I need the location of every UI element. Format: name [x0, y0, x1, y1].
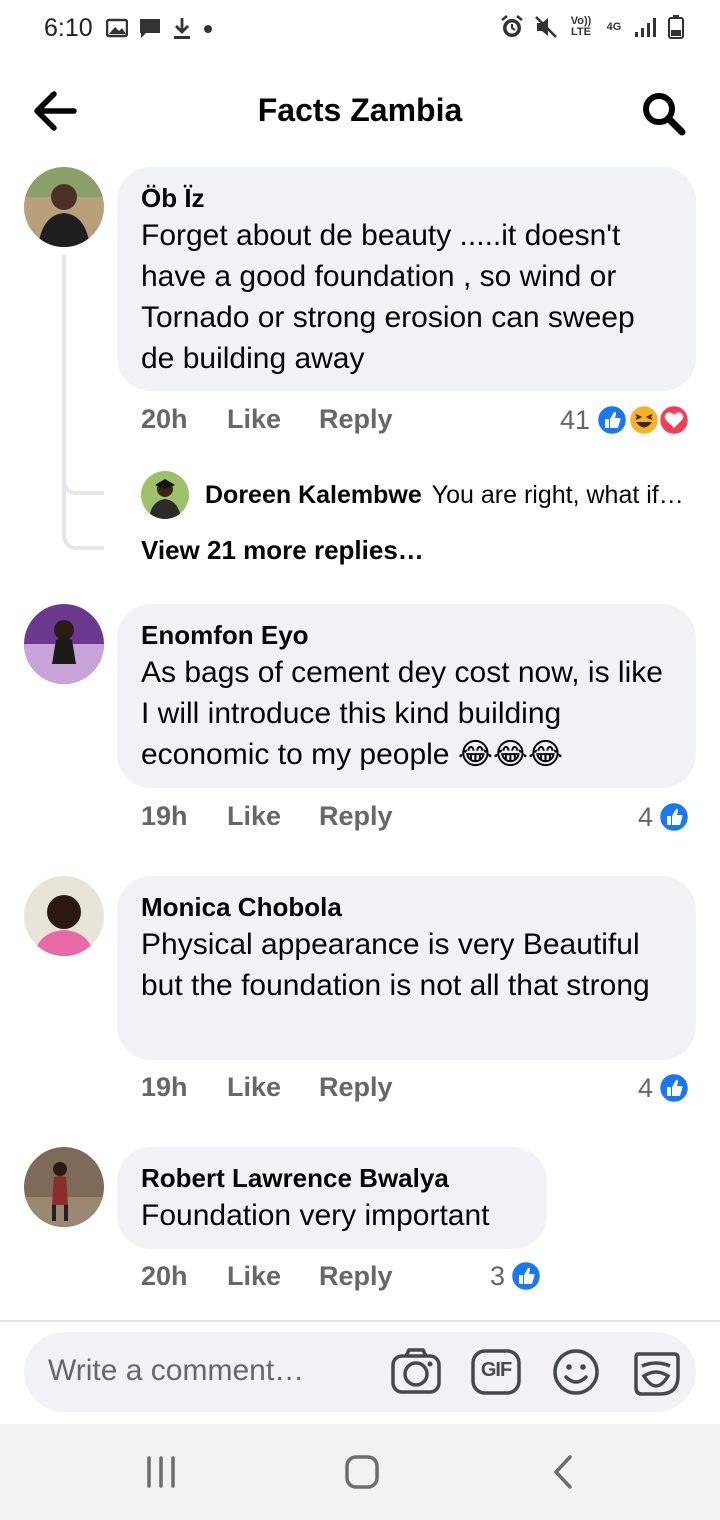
dot-icon [204, 25, 212, 33]
status-time: 6:10 [44, 14, 93, 42]
comment-text: Forget about de beauty .....it doesn't h… [141, 219, 635, 375]
comment-text-body: As bags of cement dey cost now, is like … [141, 656, 663, 771]
comment-author[interactable]: Enomfon Eyo [141, 618, 672, 652]
camera-icon[interactable] [390, 1346, 442, 1398]
reply-author[interactable]: Doreen Kalembwe [205, 481, 422, 510]
reaction-icons [595, 403, 691, 437]
comment-actions: 19h Like Reply [141, 801, 393, 832]
composer-divider [0, 1320, 720, 1322]
reply-preview[interactable]: Doreen Kalembwe You are right, what if… [141, 470, 701, 520]
reply-button[interactable]: Reply [319, 1072, 393, 1103]
like-reaction-icon [509, 1259, 543, 1293]
love-reaction-icon [657, 403, 691, 437]
comment-actions: 20h Like Reply [141, 1261, 393, 1292]
thread-line [62, 470, 104, 550]
like-reaction-icon [595, 403, 629, 437]
sticker-icon[interactable] [630, 1346, 682, 1398]
like-button[interactable]: Like [227, 801, 319, 832]
comment-actions: 20h Like Reply [141, 404, 393, 435]
comment-bubble[interactable]: Monica Chobola Physical appearance is ve… [117, 876, 696, 1060]
reaction-summary[interactable]: 4 [638, 800, 691, 834]
comment-bubble[interactable]: Enomfon Eyo As bags of cement dey cost n… [117, 604, 696, 788]
comment-composer[interactable]: Write a comment… GIF [24, 1332, 696, 1412]
comment-time: 19h [141, 801, 188, 831]
recent-apps-icon[interactable] [139, 1452, 183, 1492]
avatar[interactable] [141, 471, 189, 519]
reaction-summary[interactable]: 3 [490, 1259, 543, 1293]
gif-icon[interactable]: GIF [470, 1346, 522, 1398]
thread-line [62, 255, 104, 495]
comment-bubble[interactable]: Öb Ïz Forget about de beauty .....it doe… [117, 167, 696, 391]
view-more-replies-link[interactable]: View 21 more replies… [141, 535, 424, 566]
avatar[interactable] [24, 876, 104, 956]
comment-bubble[interactable]: Robert Lawrence Bwalya Foundation very i… [117, 1147, 547, 1249]
search-icon[interactable] [640, 90, 686, 136]
reply-text: You are right, what if… [431, 480, 684, 509]
like-button[interactable]: Like [227, 404, 319, 435]
avatar[interactable] [24, 167, 104, 247]
reaction-count: 41 [560, 404, 591, 435]
battery-icon [668, 15, 684, 39]
mute-icon [535, 16, 557, 38]
network-type: 4G [606, 20, 622, 33]
comment-time: 20h [141, 1261, 188, 1291]
comment-time: 20h [141, 404, 188, 434]
status-bar: 6:10 Vo)) LTE 4G [0, 0, 720, 60]
like-reaction-icon [657, 1071, 691, 1105]
haha-reaction-icon [627, 403, 661, 437]
reaction-summary[interactable]: 41 [560, 403, 692, 437]
avatar[interactable] [24, 604, 104, 684]
back-nav-icon[interactable] [542, 1452, 586, 1492]
reaction-summary[interactable]: 4 [638, 1071, 691, 1105]
reply-button[interactable]: Reply [319, 1261, 393, 1292]
volte-indicator: Vo)) LTE [570, 15, 592, 38]
like-button[interactable]: Like [227, 1072, 319, 1103]
reaction-count: 4 [638, 1072, 654, 1103]
comment-text: Foundation very important [141, 1199, 490, 1232]
avatar[interactable] [24, 1147, 104, 1227]
reaction-count: 3 [490, 1260, 506, 1291]
comment-author[interactable]: Monica Chobola [141, 890, 672, 924]
profile-photo [24, 604, 104, 684]
like-reaction-icon [657, 800, 691, 834]
reply-button[interactable]: Reply [319, 404, 393, 435]
gallery-icon [106, 18, 128, 38]
home-icon[interactable] [340, 1452, 384, 1492]
alarm-icon [501, 15, 523, 37]
reply-button[interactable]: Reply [319, 801, 393, 832]
comment-author[interactable]: Robert Lawrence Bwalya [141, 1161, 523, 1195]
system-nav-bar [0, 1424, 720, 1520]
comment-author[interactable]: Öb Ïz [141, 181, 672, 215]
comment-text: As bags of cement dey cost now, is like … [141, 652, 672, 775]
like-button[interactable]: Like [227, 1261, 319, 1292]
comment-time: 19h [141, 1072, 188, 1102]
comment-actions: 19h Like Reply [141, 1072, 393, 1103]
page-title: Facts Zambia [257, 92, 463, 128]
status-left-icons [106, 16, 214, 40]
download-icon [174, 18, 190, 39]
profile-photo [24, 167, 104, 247]
comment-input[interactable]: Write a comment… [48, 1354, 304, 1388]
top-app-bar: Facts Zambia [0, 60, 720, 160]
reaction-count: 4 [638, 801, 654, 832]
profile-photo [24, 876, 104, 956]
comment-text: Physical appearance is very Beautiful bu… [141, 928, 650, 1002]
message-icon [140, 19, 160, 38]
profile-photo [24, 1147, 104, 1227]
status-right-icons: Vo)) LTE 4G [500, 14, 684, 40]
profile-photo [141, 471, 189, 519]
gif-label: GIF [480, 1359, 512, 1381]
emoji-icon[interactable] [550, 1346, 602, 1398]
laughing-emoji: 😂😂😂 [457, 738, 564, 771]
signal-icon [635, 18, 656, 37]
